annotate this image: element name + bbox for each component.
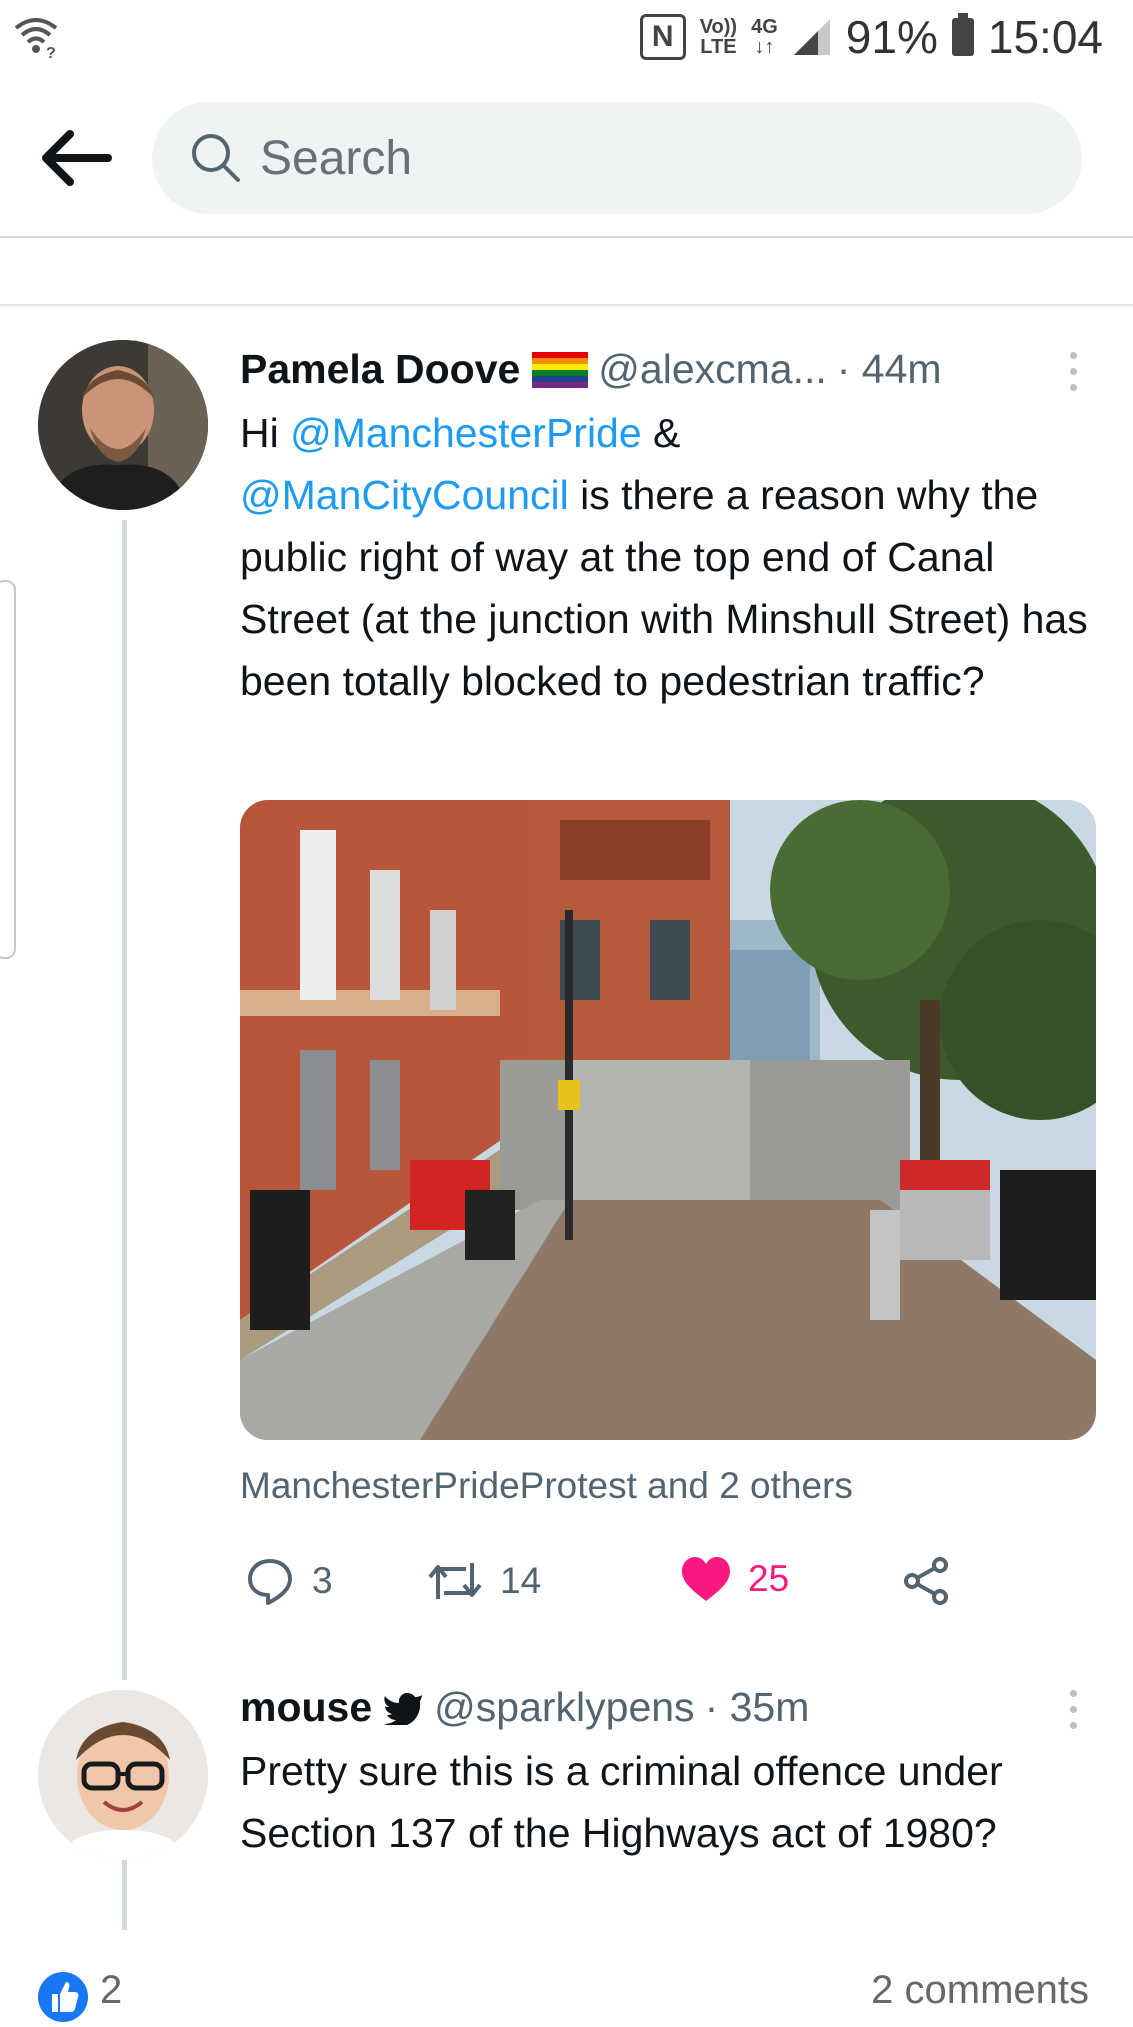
- divider: [0, 236, 1133, 238]
- status-bar: ? N Vo)) LTE 4G ↓↑ 91% 15:04: [0, 0, 1133, 72]
- rainbow-flag-icon: [532, 351, 589, 388]
- search-icon: [192, 134, 240, 182]
- avatar-photo: [38, 340, 208, 510]
- tweet-text: Pretty sure this is a criminal offence u…: [240, 1748, 1003, 1856]
- mention-link[interactable]: @ManCityCouncil: [240, 472, 569, 518]
- comments-link[interactable]: 2 comments: [871, 1968, 1089, 2013]
- like-count: 25: [748, 1558, 790, 1599]
- more-icon[interactable]: [1066, 352, 1080, 391]
- tweet-header: Pamela Doove @alexcma... · 44m: [240, 346, 942, 393]
- reply-button[interactable]: 3: [244, 1555, 333, 1607]
- search-placeholder: Search: [260, 131, 413, 185]
- battery-icon: [951, 13, 974, 56]
- retweet-count: 14: [500, 1560, 542, 1601]
- street-photo: [240, 800, 1096, 1440]
- tagged-users[interactable]: ManchesterPrideProtest and 2 others: [240, 1465, 853, 1507]
- author-handle[interactable]: @sparklypens: [434, 1684, 694, 1731]
- tweet-time: · 44m: [836, 346, 942, 392]
- avatar[interactable]: [38, 1690, 208, 1860]
- battery-percent: 91%: [845, 11, 938, 63]
- author-handle[interactable]: @alexcma...: [598, 346, 826, 393]
- back-arrow-icon[interactable]: [36, 118, 116, 198]
- reply-count: 3: [312, 1560, 333, 1601]
- tweet-time: · 35m: [704, 1684, 810, 1730]
- thread-line: [122, 520, 127, 1680]
- volte-indicator: Vo)) LTE: [699, 16, 738, 58]
- avatar[interactable]: [38, 340, 208, 510]
- retweet-button[interactable]: 14: [426, 1555, 541, 1607]
- retweet-icon: [428, 1563, 482, 1599]
- nfc-icon: N: [639, 14, 686, 60]
- share-button[interactable]: [900, 1555, 952, 1607]
- thread-line: [122, 1850, 127, 1930]
- status-right: N Vo)) LTE 4G ↓↑ 91% 15:04: [639, 10, 1103, 64]
- more-icon[interactable]: [1066, 1690, 1080, 1729]
- share-icon: [904, 1557, 948, 1605]
- tweet-photo[interactable]: [240, 800, 1096, 1440]
- author-name[interactable]: mouse: [240, 1684, 372, 1731]
- svg-text:?: ?: [46, 45, 56, 58]
- tweet-header: mouse @sparklypens · 35m: [240, 1684, 809, 1731]
- author-name[interactable]: Pamela Doove: [240, 346, 520, 393]
- side-edge-handle[interactable]: [0, 580, 16, 959]
- avatar-photo: [38, 1690, 208, 1860]
- clock: 15:04: [987, 11, 1103, 63]
- tweet-actions: 3 14 25: [240, 1555, 1000, 1625]
- network-type: 4G ↓↑: [751, 16, 778, 58]
- divider: [0, 304, 1133, 306]
- like-button[interactable]: 25: [680, 1555, 789, 1603]
- cut-off-heading: · · · · ·: [70, 212, 430, 236]
- search-input[interactable]: Search: [152, 102, 1082, 214]
- signal-icon: [793, 19, 830, 55]
- bird-icon: [384, 1692, 423, 1725]
- reply-icon: [248, 1559, 292, 1605]
- heart-icon: [682, 1557, 730, 1601]
- reaction-count: 2: [100, 1968, 123, 2012]
- tweet-text: Hi @ManchesterPride & @ManCityCouncil is …: [240, 410, 1088, 704]
- mention-link[interactable]: @ManchesterPride: [290, 410, 642, 456]
- wifi-icon: ?: [14, 18, 58, 58]
